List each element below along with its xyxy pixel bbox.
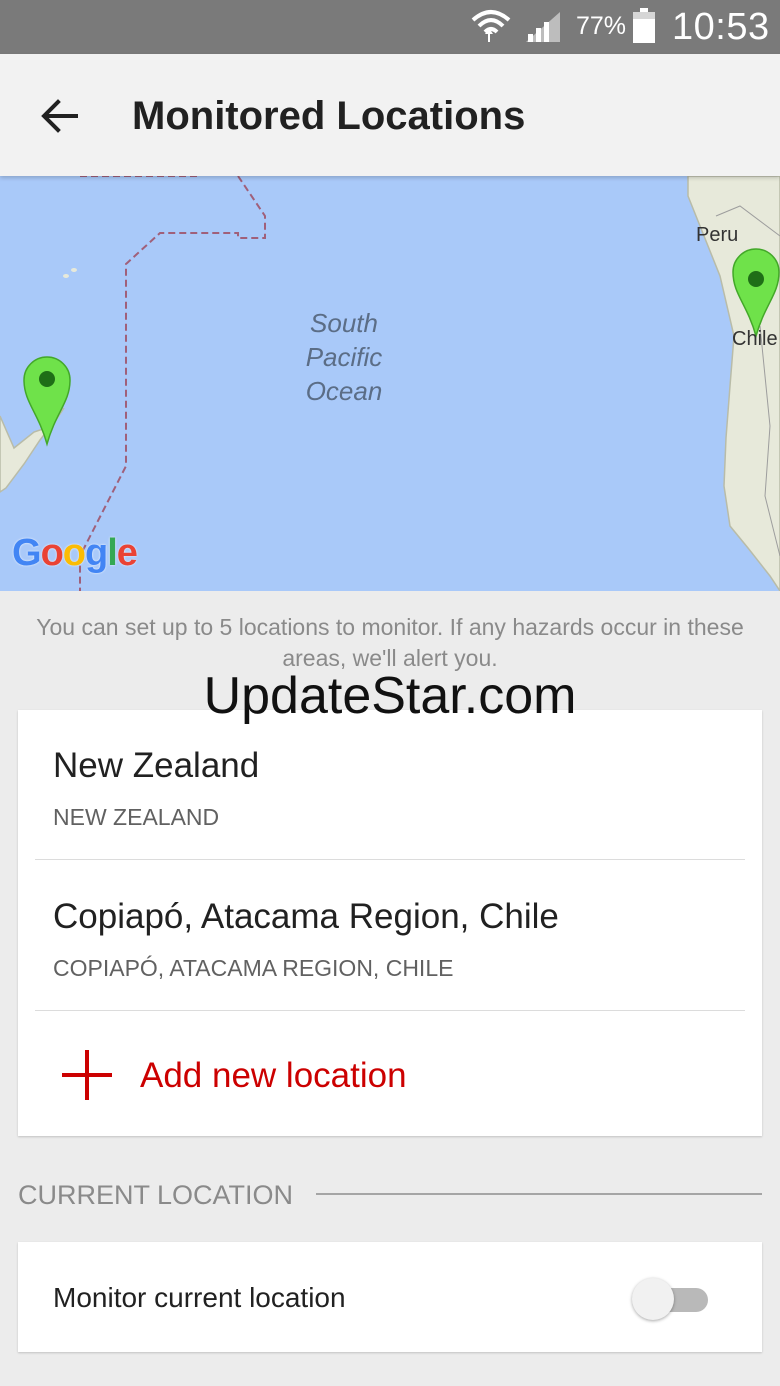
- divider: [35, 1010, 745, 1011]
- arrow-left-icon[interactable]: [36, 92, 84, 140]
- add-location-button[interactable]: Add new location: [18, 1012, 762, 1134]
- section-header-current-location: CURRENT LOCATION: [18, 1180, 762, 1212]
- info-text: You can set up to 5 locations to monitor…: [36, 614, 744, 671]
- plus-icon: [62, 1050, 112, 1100]
- monitor-current-location-toggle[interactable]: [632, 1278, 710, 1320]
- divider: [35, 859, 745, 860]
- section-rule: [316, 1193, 762, 1195]
- signal-icon: [526, 12, 560, 42]
- map-marker-new-zealand[interactable]: [23, 356, 71, 447]
- page-title: Monitored Locations: [132, 94, 526, 138]
- location-item[interactable]: Copiapó, Atacama Region, Chile COPIAPÓ, …: [18, 861, 762, 1011]
- location-item[interactable]: New Zealand NEW ZEALAND: [18, 710, 762, 860]
- clock: 10:53: [672, 6, 770, 48]
- add-location-label: Add new location: [140, 1056, 407, 1095]
- country-label-chile: Chile: [732, 328, 778, 350]
- battery-icon: [633, 8, 655, 43]
- location-name: Copiapó, Atacama Region, Chile: [53, 897, 559, 936]
- map-view[interactable]: South Pacific Ocean Peru Chile Google: [0, 176, 780, 591]
- status-bar: 77% 10:53: [0, 0, 780, 54]
- watermark: UpdateStar.com: [203, 667, 577, 725]
- wifi-icon: [471, 10, 511, 42]
- google-logo: Google: [12, 532, 138, 574]
- country-label-peru: Peru: [696, 224, 739, 246]
- location-name: New Zealand: [53, 746, 260, 785]
- battery-percent: 77%: [576, 12, 627, 40]
- section-title: CURRENT LOCATION: [18, 1180, 294, 1210]
- locations-card: New Zealand NEW ZEALAND Copiapó, Atacama…: [18, 710, 762, 1136]
- monitor-current-location-label: Monitor current location: [53, 1282, 346, 1313]
- ocean-label: South Pacific Ocean: [305, 308, 383, 406]
- app-bar: Monitored Locations: [0, 54, 780, 176]
- location-subtitle: COPIAPÓ, ATACAMA REGION, CHILE: [53, 955, 454, 981]
- toggle-thumb: [632, 1278, 674, 1320]
- location-subtitle: NEW ZEALAND: [53, 804, 220, 830]
- current-location-card: Monitor current location: [18, 1242, 762, 1352]
